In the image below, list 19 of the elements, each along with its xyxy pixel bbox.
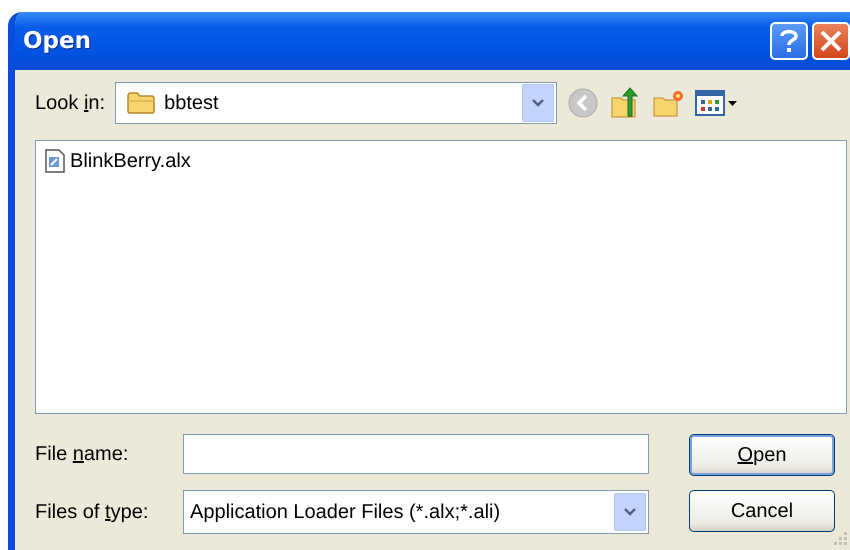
file-type-dropdown[interactable]: Application Loader Files (*.alx;*.ali) [183, 490, 649, 534]
window-title: Open [23, 28, 91, 54]
cancel-button[interactable]: Cancel [689, 490, 835, 532]
close-icon [819, 29, 843, 53]
help-button[interactable] [770, 22, 808, 60]
view-menu-icon[interactable] [695, 89, 740, 117]
new-folder-icon[interactable] [651, 88, 686, 118]
folder-name: bbtest [164, 92, 220, 114]
close-button[interactable] [812, 22, 850, 60]
file-name-label: File name: [35, 442, 130, 466]
file-name-field[interactable] [183, 434, 649, 474]
look-in-label: Look in: [35, 92, 106, 114]
document-icon [44, 148, 66, 174]
look-in-dropdown[interactable]: bbtest [115, 82, 558, 124]
file-type-label: Files of type: [35, 500, 150, 524]
open-button[interactable]: Open [689, 434, 835, 476]
folder-icon [126, 91, 156, 115]
file-item[interactable]: BlinkBerry.alx [42, 147, 193, 175]
back-icon[interactable] [567, 87, 600, 119]
